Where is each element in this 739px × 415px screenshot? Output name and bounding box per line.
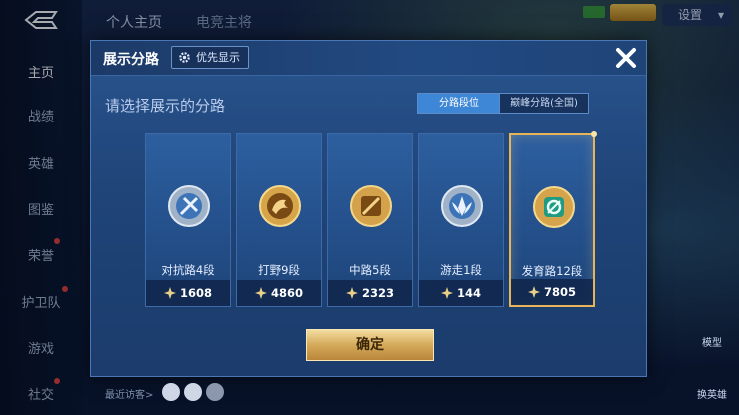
dialog-header: 展示分路 优先显示 — [91, 41, 646, 76]
visitor-avatar[interactable] — [206, 383, 224, 401]
lane-label: 发育路12段 — [521, 264, 583, 278]
adc-emblem-icon — [533, 186, 575, 228]
lane-card-jungle[interactable]: 打野9段 4860 — [236, 133, 322, 307]
model-label[interactable]: 模型 — [702, 334, 722, 349]
lane-card-support[interactable]: 游走1段 144 — [418, 133, 504, 307]
lane-score: 2323 — [328, 280, 412, 306]
priority-display-button[interactable]: 优先显示 — [171, 46, 249, 69]
mid-emblem-icon — [350, 185, 392, 227]
lane-label: 对抗路4段 — [161, 263, 215, 277]
score-value: 7805 — [543, 285, 576, 299]
visitor-avatar[interactable] — [162, 383, 180, 401]
lane-score: 144 — [419, 280, 503, 306]
dialog-subtitle: 请选择展示的分路 — [105, 97, 226, 115]
sword-emblem-icon — [168, 185, 210, 227]
wing-emblem-icon — [441, 185, 483, 227]
score-value: 4860 — [270, 286, 303, 300]
score-value: 1608 — [179, 286, 212, 300]
recent-visitors-link[interactable]: 最近访客> — [105, 386, 153, 401]
gear-icon — [179, 52, 190, 63]
lane-label: 打野9段 — [258, 263, 300, 277]
score-value: 144 — [456, 286, 481, 300]
rank-star-icon — [527, 286, 540, 298]
segment-lane-rank[interactable]: 分路段位 — [417, 93, 501, 114]
rank-star-icon — [440, 287, 453, 299]
rank-star-icon — [254, 287, 267, 299]
dragon-emblem-icon — [259, 185, 301, 227]
lane-score: 7805 — [511, 279, 593, 305]
lane-display-dialog: 展示分路 优先显示 请选择展示的分路 分路段位 巅峰分路(全国) 对抗路4段 1… — [90, 40, 647, 377]
confirm-button[interactable]: 确定 — [306, 329, 434, 361]
lane-score: 1608 — [146, 280, 230, 306]
visitor-avatar[interactable] — [184, 383, 202, 401]
lane-card-mid[interactable]: 中路5段 2323 — [327, 133, 413, 307]
swap-hero-label[interactable]: 换英雄 — [697, 386, 727, 401]
dialog-title: 展示分路 — [103, 52, 159, 68]
priority-label: 优先显示 — [196, 51, 240, 64]
score-value: 2323 — [361, 286, 394, 300]
lane-label: 中路5段 — [349, 263, 391, 277]
lane-card-adc-selected[interactable]: 发育路12段 7805 — [509, 131, 597, 307]
lane-card-top[interactable]: 对抗路4段 1608 — [145, 133, 231, 307]
close-icon[interactable] — [611, 43, 641, 73]
lane-label: 游走1段 — [440, 263, 482, 277]
rank-star-icon — [163, 287, 176, 299]
segment-peak-lane[interactable]: 巅峰分路(全国) — [499, 93, 589, 114]
lane-score: 4860 — [237, 280, 321, 306]
rank-star-icon — [345, 287, 358, 299]
